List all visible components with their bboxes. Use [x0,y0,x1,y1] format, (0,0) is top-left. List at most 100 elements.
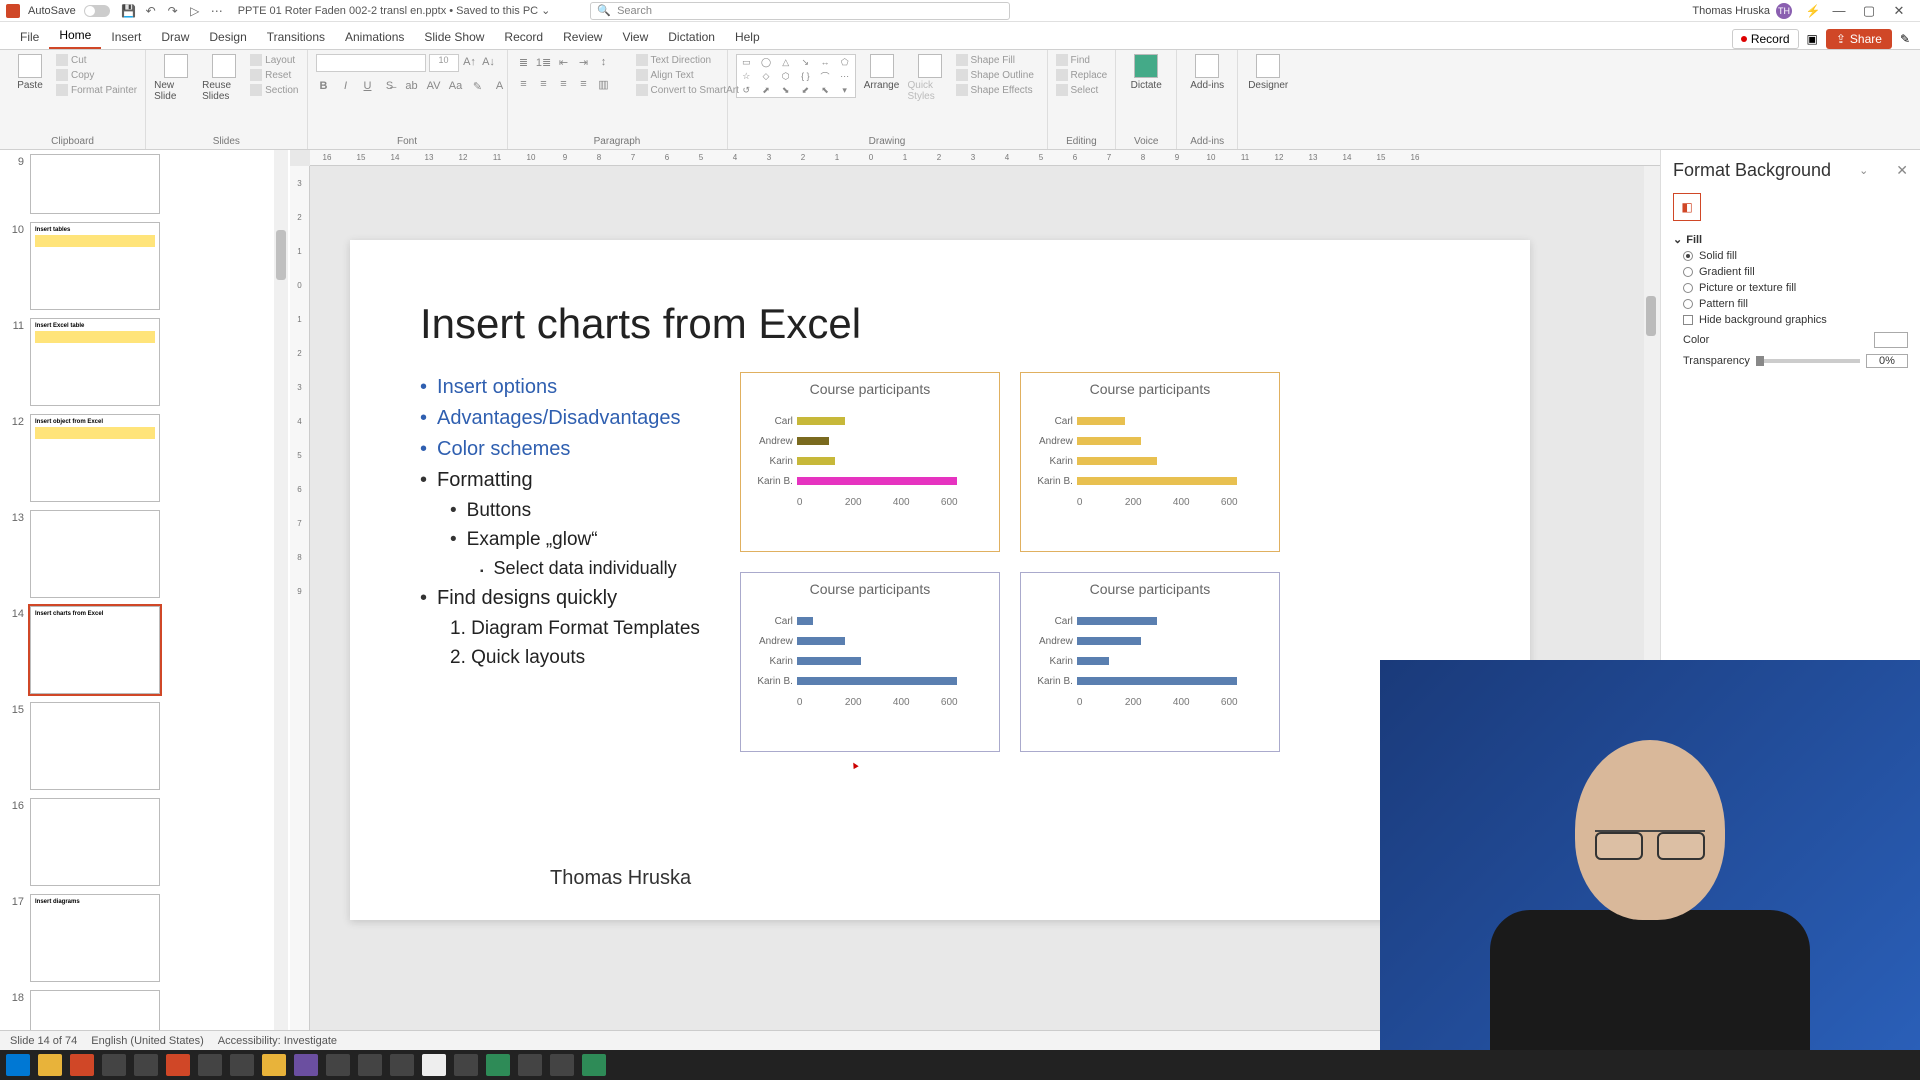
undo-icon[interactable]: ↶ [144,4,158,18]
align-center-icon[interactable]: ≡ [536,76,552,92]
account-button[interactable]: Thomas Hruska TH [1692,3,1792,19]
save-icon[interactable]: 💾 [122,4,136,18]
taskbar-app[interactable] [134,1054,158,1076]
bullets-icon[interactable]: ≣ [516,54,532,70]
taskbar-app[interactable] [486,1054,510,1076]
taskbar-app[interactable] [422,1054,446,1076]
taskbar-app[interactable] [102,1054,126,1076]
increase-font-icon[interactable]: A↑ [462,54,478,70]
reset-button[interactable]: Reset [250,69,298,81]
tab-record[interactable]: Record [494,25,553,49]
taskbar-excel[interactable] [582,1054,606,1076]
increase-indent-icon[interactable]: ⇥ [576,54,592,70]
shape-outline-button[interactable]: Shape Outline [956,69,1034,81]
font-size-input[interactable]: 10 [429,54,459,72]
picture-fill-option[interactable]: Picture or texture fill [1683,282,1908,294]
gradient-fill-option[interactable]: Gradient fill [1683,266,1908,278]
highlight-icon[interactable]: ✎ [470,78,486,94]
decrease-font-icon[interactable]: A↓ [481,54,497,70]
taskbar-app[interactable] [358,1054,382,1076]
taskbar-app[interactable] [198,1054,222,1076]
fill-section-header[interactable]: ⌄Fill [1673,233,1908,246]
taskbar-app[interactable] [518,1054,542,1076]
numbering-icon[interactable]: 1≣ [536,54,552,70]
coming-soon-icon[interactable]: ⚡ [1806,4,1820,18]
chart[interactable]: Course participantsCarlAndrewKarinKarin … [1020,572,1280,752]
slide-title[interactable]: Insert charts from Excel [420,300,1460,348]
char-spacing-icon[interactable]: AV [426,78,442,94]
text-placeholder[interactable]: Insert options Advantages/Disadvantages … [420,372,700,752]
transparency-input[interactable]: 0% [1866,354,1908,368]
new-slide-button[interactable]: New Slide [154,54,198,102]
color-picker[interactable] [1874,332,1908,348]
start-button[interactable] [6,1054,30,1076]
addins-button[interactable]: Add-ins [1185,54,1229,91]
bold-icon[interactable]: B [316,78,332,94]
format-painter-button[interactable]: Format Painter [56,84,137,96]
section-button[interactable]: Section [250,84,298,96]
taskbar-app[interactable] [550,1054,574,1076]
tab-dictation[interactable]: Dictation [658,25,725,49]
tab-file[interactable]: File [10,25,49,49]
close-button[interactable]: ✕ [1884,3,1914,19]
slide-thumbnail[interactable] [30,510,160,598]
from-beginning-icon[interactable]: ▷ [188,4,202,18]
font-color-icon[interactable]: A [492,78,508,94]
slide-counter[interactable]: Slide 14 of 74 [10,1035,77,1047]
slide-thumbnail[interactable]: Insert object from Excel [30,414,160,502]
find-button[interactable]: Find [1056,54,1108,66]
slide-thumbnail[interactable]: Insert Excel table [30,318,160,406]
justify-icon[interactable]: ≡ [576,76,592,92]
change-case-icon[interactable]: Aa [448,78,464,94]
slide-canvas[interactable]: Insert charts from Excel Insert options … [350,240,1530,920]
tab-slideshow[interactable]: Slide Show [414,25,494,49]
taskbar-app[interactable] [326,1054,350,1076]
taskbar-app[interactable] [70,1054,94,1076]
thumbnails-scrollbar[interactable] [274,150,288,1050]
shape-fill-button[interactable]: Shape Fill [956,54,1034,66]
replace-button[interactable]: Replace [1056,69,1108,81]
chart[interactable]: Course participantsCarlAndrewKarinKarin … [740,572,1000,752]
cut-button[interactable]: Cut [56,54,137,66]
convert-smartart-button[interactable]: Convert to SmartArt [636,84,739,96]
hide-bg-option[interactable]: Hide background graphics [1683,314,1908,326]
taskbar-app[interactable] [390,1054,414,1076]
document-title[interactable]: PPTE 01 Roter Faden 002-2 transl en.pptx… [238,4,551,17]
underline-icon[interactable]: U [360,78,376,94]
text-direction-button[interactable]: Text Direction [636,54,739,66]
transparency-slider[interactable] [1756,359,1860,363]
language-button[interactable]: English (United States) [91,1035,204,1047]
qat-more-icon[interactable]: ⋯ [210,4,224,18]
select-button[interactable]: Select [1056,84,1108,96]
tab-home[interactable]: Home [49,23,101,49]
align-right-icon[interactable]: ≡ [556,76,572,92]
slide-thumbnail[interactable]: Insert diagrams [30,894,160,982]
dictate-button[interactable]: Dictate [1124,54,1168,91]
text-shadow-icon[interactable]: ab [404,78,420,94]
decrease-indent-icon[interactable]: ⇤ [556,54,572,70]
line-spacing-icon[interactable]: ↕ [596,54,612,70]
reuse-slides-button[interactable]: Reuse Slides [202,54,246,102]
tab-draw[interactable]: Draw [151,25,199,49]
align-text-button[interactable]: Align Text [636,69,739,81]
slide-thumbnail[interactable] [30,702,160,790]
share-button[interactable]: ⇪Share [1826,29,1892,49]
paste-button[interactable]: Paste [8,54,52,91]
tab-animations[interactable]: Animations [335,25,414,49]
maximize-button[interactable]: ▢ [1854,3,1884,19]
slide-thumbnail[interactable]: Insert charts from Excel [30,606,160,694]
shapes-gallery[interactable]: ▭◯△↘↔⬠ ☆◇⬡{ }⌒⋯ ↺⬈⬊⬋⬉▾ [736,54,856,98]
chart[interactable]: Course participantsCarlAndrewKarinKarin … [1020,372,1280,552]
accessibility-button[interactable]: Accessibility: Investigate [218,1035,337,1047]
search-box[interactable]: 🔍 Search [590,2,1010,20]
taskbar-app[interactable] [38,1054,62,1076]
tab-view[interactable]: View [612,25,658,49]
tab-transitions[interactable]: Transitions [257,25,335,49]
tab-review[interactable]: Review [553,25,612,49]
taskbar-powerpoint[interactable] [166,1054,190,1076]
designer-button[interactable]: Designer [1246,54,1290,91]
tab-help[interactable]: Help [725,25,770,49]
pane-dropdown-icon[interactable]: ⌄ [1859,164,1868,177]
columns-icon[interactable]: ▥ [596,76,612,92]
shape-effects-button[interactable]: Shape Effects [956,84,1034,96]
